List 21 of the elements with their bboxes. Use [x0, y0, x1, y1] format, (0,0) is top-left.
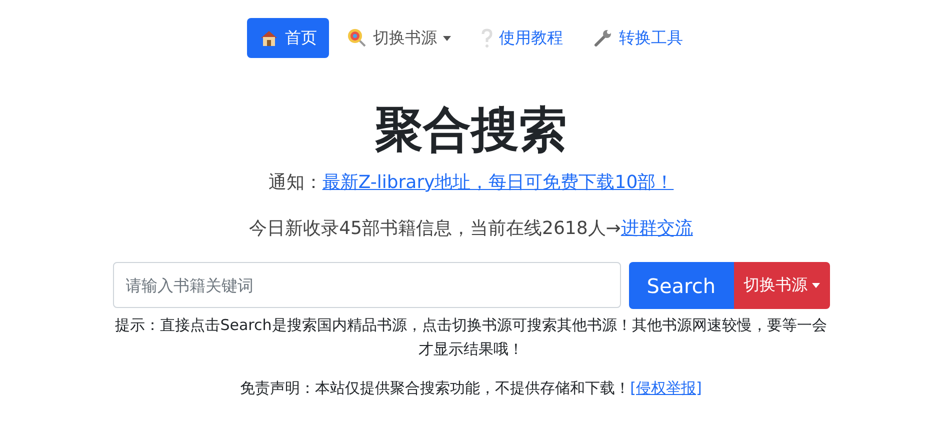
question-icon — [481, 28, 493, 48]
house-icon — [259, 29, 279, 47]
nav-link[interactable]: 首页 — [247, 18, 329, 58]
notice-label: 通知： — [268, 172, 322, 193]
source-dropdown-button[interactable]: 切换书源 — [734, 262, 830, 309]
wrench-icon — [593, 28, 613, 48]
report-link[interactable]: [侵权举报] — [630, 379, 702, 397]
nav-dropdown[interactable]: 切换书源 — [335, 18, 463, 58]
notice-link[interactable]: 最新Z-library地址，每日可免费下载10部！ — [322, 172, 674, 193]
stats-text: 今日新收录45部书籍信息，当前在线2618人→ — [249, 218, 621, 239]
disclaimer-text: 免责声明：本站仅提供聚合搜索功能，不提供存储和下载！ — [240, 379, 630, 397]
search-field[interactable]: 请输入书籍关键词 — [112, 262, 621, 308]
hint-text: 提示：直接点击Search是搜索国内精品书源，点击切换书源可搜索其他书源！其他书源网速较慢，要等一会才显示结果哦！ — [114, 315, 828, 360]
nav-link[interactable]: 转换工具 — [581, 18, 695, 58]
caret-icon — [443, 36, 451, 40]
page-title: 聚合搜索 — [375, 101, 567, 160]
caret-icon — [812, 283, 820, 288]
lollipop-icon — [347, 28, 367, 48]
group-link[interactable]: 进群交流 — [620, 218, 693, 239]
nav-link[interactable]: 使用教程 — [469, 18, 575, 58]
search-button[interactable]: Search — [628, 262, 734, 309]
